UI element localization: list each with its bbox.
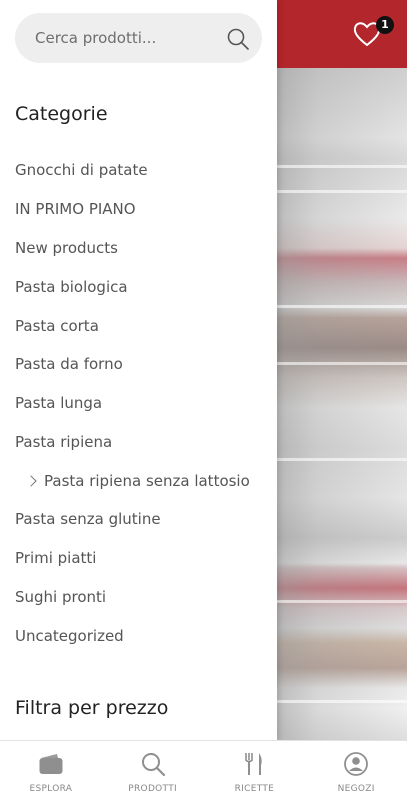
chevron-right-icon	[25, 475, 37, 487]
blur-stripe	[277, 458, 407, 461]
category-item[interactable]: Gnocchi di patate	[15, 161, 148, 179]
search-input[interactable]	[35, 13, 215, 63]
blur-stripe	[277, 600, 407, 603]
fork-knife-icon	[245, 753, 263, 775]
store-user-icon	[344, 752, 369, 776]
nav-ricette[interactable]: RICETTE	[204, 741, 306, 800]
category-item[interactable]: Pasta corta	[15, 317, 99, 335]
subcategory-label: Pasta ripiena senza lattosio	[44, 472, 250, 490]
category-item[interactable]: Pasta senza glutine	[15, 510, 161, 528]
nav-esplora[interactable]: ESPLORA	[0, 741, 102, 800]
wallet-icon	[39, 754, 63, 774]
blur-stripe	[277, 190, 407, 193]
category-item[interactable]: New products	[15, 239, 118, 257]
side-drawer: Categorie Gnocchi di patate IN PRIMO PIA…	[0, 0, 277, 740]
price-filter-title: Filtra per prezzo	[15, 697, 169, 719]
nav-prodotti[interactable]: PRODOTTI	[102, 741, 204, 800]
blur-stripe	[277, 305, 407, 308]
category-item[interactable]: Pasta da forno	[15, 355, 123, 373]
search-icon[interactable]	[226, 27, 250, 51]
subcategory-item[interactable]: Pasta ripiena senza lattosio	[25, 472, 250, 490]
wishlist-count-badge: 1	[376, 16, 394, 34]
nav-label: PRODOTTI	[128, 784, 177, 794]
blur-stripe	[277, 700, 407, 703]
category-item[interactable]: Pasta ripiena	[15, 433, 112, 451]
nav-label: NEGOZI	[337, 784, 375, 794]
category-item[interactable]: Pasta biologica	[15, 278, 128, 296]
search-icon	[141, 753, 165, 777]
search-box[interactable]	[15, 13, 262, 63]
blur-stripe	[277, 362, 407, 365]
category-item[interactable]: IN PRIMO PIANO	[15, 200, 136, 218]
blur-stripe	[277, 165, 407, 168]
categories-title: Categorie	[15, 103, 108, 125]
nav-label: RICETTE	[234, 784, 275, 794]
category-item[interactable]: Sughi pronti	[15, 588, 106, 606]
category-item[interactable]: Primi piatti	[15, 549, 96, 567]
nav-label: ESPLORA	[29, 784, 73, 794]
category-item[interactable]: Uncategorized	[15, 627, 124, 645]
category-item[interactable]: Pasta lunga	[15, 394, 102, 412]
blurred-content	[277, 68, 407, 740]
wishlist-button[interactable]: 1	[350, 16, 394, 52]
bottom-navigation: ESPLORA PRODOTTI RICETTE NEGOZI	[0, 740, 407, 800]
nav-negozi[interactable]: NEGOZI	[305, 741, 407, 800]
